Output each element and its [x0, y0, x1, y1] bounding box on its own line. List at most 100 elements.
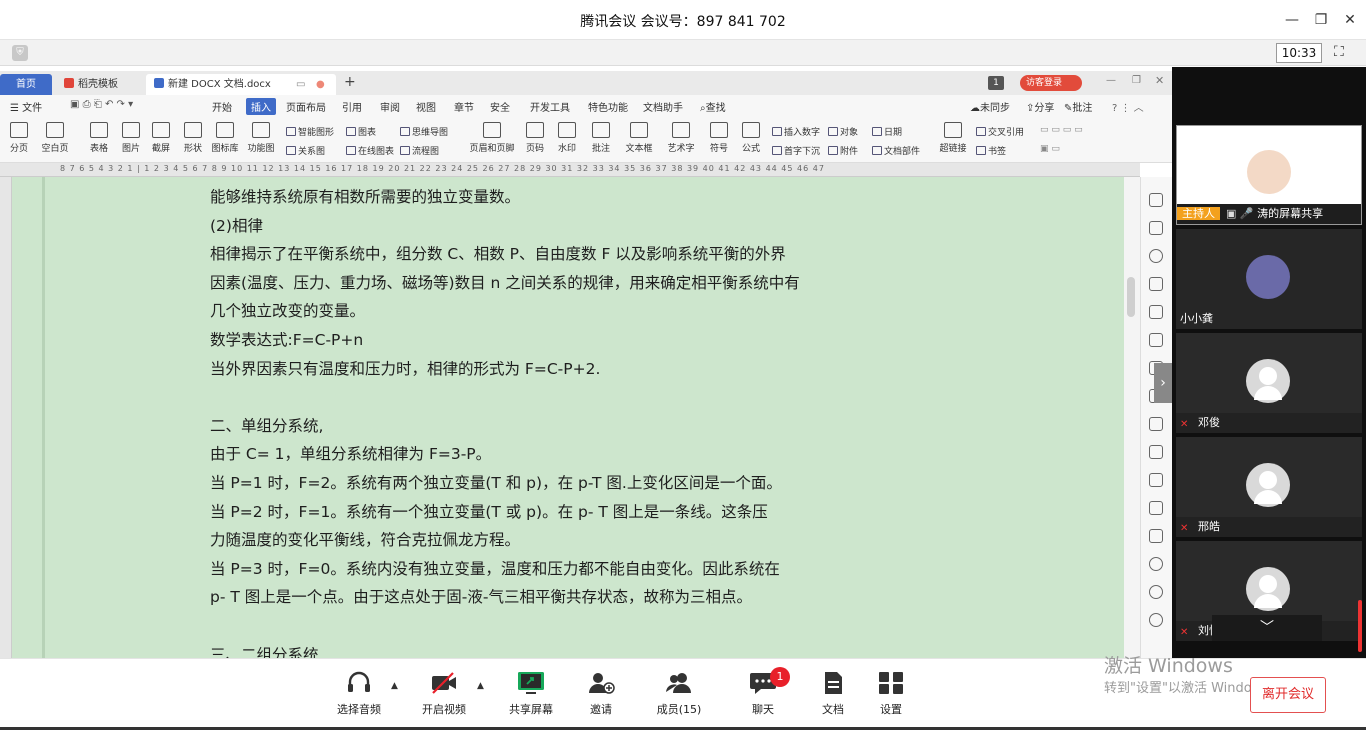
- ribbon-doc-parts[interactable]: 文档部件: [872, 144, 920, 157]
- document-page[interactable]: 能够维持系统原有相数所需要的独立变量数。 (2)相律 相律揭示了在平衡系统中，组…: [12, 177, 1124, 658]
- members-button[interactable]: 成员(15): [644, 671, 714, 717]
- tab-docer-templates[interactable]: 稻壳模板: [56, 74, 142, 95]
- ribbon-watermark[interactable]: 水印: [550, 122, 584, 160]
- ribbon-page-break[interactable]: 分页: [2, 122, 36, 160]
- download-icon[interactable]: [1149, 557, 1163, 571]
- ribbon-mindmap[interactable]: 思维导图: [400, 125, 448, 138]
- ribbon-function-chart[interactable]: 功能图: [244, 122, 278, 160]
- ribbon-online-chart[interactable]: 在线图表: [346, 144, 394, 157]
- share-button[interactable]: ⇪分享: [1026, 99, 1054, 114]
- participant-tile[interactable]: 主持人 ▣ 🎤 涛的屏幕共享: [1176, 125, 1362, 225]
- menu-insert[interactable]: 插入: [246, 98, 276, 115]
- scrollbar-thumb[interactable]: [1127, 277, 1135, 317]
- ribbon-drop-cap[interactable]: 首字下沉: [772, 144, 820, 157]
- ribbon-wordart[interactable]: 艺术字: [664, 122, 698, 160]
- ribbon-insert-number[interactable]: 插入数字: [772, 125, 820, 138]
- ribbon-picture[interactable]: 图片: [114, 122, 148, 160]
- ribbon-flowchart[interactable]: 流程图: [400, 144, 439, 157]
- apps-icon[interactable]: [1149, 333, 1163, 347]
- window-count-icon[interactable]: 1: [988, 76, 1004, 90]
- tab-close-icon[interactable]: ●: [316, 74, 325, 95]
- help-tool-icon[interactable]: [1149, 613, 1163, 627]
- ribbon-hyperlink[interactable]: 超链接: [936, 122, 970, 160]
- image-tool-icon[interactable]: [1149, 529, 1163, 543]
- ribbon-relation-chart[interactable]: 关系图: [286, 144, 325, 157]
- tab-home[interactable]: 首页: [0, 74, 52, 95]
- sync-status[interactable]: ☁未同步: [970, 99, 1010, 114]
- tab-document[interactable]: 新建 DOCX 文档.docx ▭ ●: [146, 74, 336, 95]
- document-scrollbar[interactable]: [1124, 177, 1140, 658]
- shield-icon[interactable]: ⛨: [12, 45, 28, 61]
- ribbon-cross-ref[interactable]: 交叉引用: [976, 125, 1024, 138]
- leave-meeting-button[interactable]: 离开会议: [1250, 677, 1326, 713]
- help-icon[interactable]: ? ⋮ ︿: [1112, 99, 1144, 114]
- menu-page-layout[interactable]: 页面布局: [286, 99, 326, 114]
- ribbon-attachment[interactable]: 附件: [828, 144, 858, 157]
- close-icon[interactable]: ✕: [1340, 10, 1360, 30]
- invite-button[interactable]: 邀请: [566, 671, 636, 717]
- audio-button[interactable]: 选择音频: [324, 671, 394, 717]
- wps-minimize-icon[interactable]: —: [1106, 75, 1116, 86]
- export-icon[interactable]: [1149, 445, 1163, 459]
- ribbon-object[interactable]: 对象: [828, 125, 858, 138]
- video-options-caret[interactable]: ▲: [477, 681, 484, 691]
- translate-icon[interactable]: [1149, 473, 1163, 487]
- participant-tile[interactable]: ✕ 邓俊: [1176, 333, 1362, 433]
- wps-close-icon[interactable]: ✕: [1155, 74, 1164, 87]
- menu-doc-assistant[interactable]: 文档助手: [643, 99, 683, 114]
- ribbon-page-number[interactable]: 页码: [518, 122, 552, 160]
- menu-chapter[interactable]: 章节: [454, 99, 474, 114]
- ribbon-icon-library[interactable]: 图标库: [208, 122, 242, 160]
- ribbon-table[interactable]: 表格: [82, 122, 116, 160]
- ribbon-screenshot[interactable]: 截屏: [144, 122, 178, 160]
- ribbon-header-footer[interactable]: 页眉和页脚: [468, 122, 516, 160]
- video-button[interactable]: 开启视频: [409, 671, 479, 717]
- guest-login-button[interactable]: 访客登录: [1020, 75, 1082, 91]
- gallery-icon[interactable]: [1149, 417, 1163, 431]
- ribbon-date[interactable]: 日期: [872, 125, 902, 138]
- tab-window-icon[interactable]: ▭: [296, 74, 305, 95]
- layout-grid-icon[interactable]: ▭ ▭ ▭ ▭: [1040, 125, 1083, 135]
- shapes-icon[interactable]: [1149, 277, 1163, 291]
- menu-file[interactable]: ☰ 文件: [10, 99, 42, 114]
- menu-view[interactable]: 视图: [416, 99, 436, 114]
- quick-access-icons[interactable]: ▣ ⎙ ⎗ ↶ ↷ ▾: [70, 99, 133, 110]
- ribbon-comment[interactable]: 批注: [584, 122, 618, 160]
- share-screen-button[interactable]: 共享屏幕: [496, 671, 566, 717]
- settings-button[interactable]: 设置: [856, 671, 926, 717]
- menu-review[interactable]: 审阅: [380, 99, 400, 114]
- participant-tile[interactable]: ✕ 邢皓: [1176, 437, 1362, 537]
- location-icon[interactable]: [1149, 249, 1163, 263]
- wps-restore-icon[interactable]: ❐: [1132, 75, 1141, 86]
- menu-features[interactable]: 特色功能: [588, 99, 628, 114]
- chat-button[interactable]: 聊天 1: [728, 667, 798, 717]
- ribbon-blank-page[interactable]: 空白页: [38, 122, 72, 160]
- ribbon-bookmark[interactable]: 书签: [976, 144, 1006, 157]
- ribbon-shape[interactable]: 形状: [176, 122, 210, 160]
- ribbon-smart-art[interactable]: 智能图形: [286, 125, 334, 138]
- audio-options-caret[interactable]: ▲: [391, 681, 398, 691]
- minimize-icon[interactable]: —: [1282, 10, 1302, 30]
- comment-button[interactable]: ✎批注: [1064, 99, 1092, 114]
- layout-grid-icon-2[interactable]: ▣ ▭: [1040, 144, 1060, 154]
- ribbon-textbox[interactable]: 文本框: [622, 122, 656, 160]
- ribbon-symbol[interactable]: 符号: [702, 122, 736, 160]
- pen-icon[interactable]: [1149, 193, 1163, 207]
- new-tab-icon[interactable]: +: [344, 74, 356, 90]
- ribbon-formula[interactable]: 公式: [734, 122, 768, 160]
- table-tool-icon[interactable]: [1149, 305, 1163, 319]
- menu-dev-tools[interactable]: 开发工具: [530, 99, 570, 114]
- ribbon-chart[interactable]: 图表: [346, 125, 376, 138]
- history-icon[interactable]: [1149, 585, 1163, 599]
- participant-tile[interactable]: 小小龚: [1176, 229, 1362, 329]
- restore-icon[interactable]: ❐: [1311, 10, 1331, 30]
- menu-reference[interactable]: 引用: [342, 99, 362, 114]
- menu-search[interactable]: ⌕查找: [700, 99, 726, 114]
- fullscreen-icon[interactable]: ⛶: [1334, 44, 1344, 60]
- menu-start[interactable]: 开始: [212, 99, 232, 114]
- select-icon[interactable]: [1149, 221, 1163, 235]
- expand-arrow-icon[interactable]: ›: [1154, 363, 1172, 403]
- collapse-list-icon[interactable]: ﹀: [1212, 615, 1322, 641]
- archive-icon[interactable]: [1149, 501, 1163, 515]
- menu-security[interactable]: 安全: [490, 99, 510, 114]
